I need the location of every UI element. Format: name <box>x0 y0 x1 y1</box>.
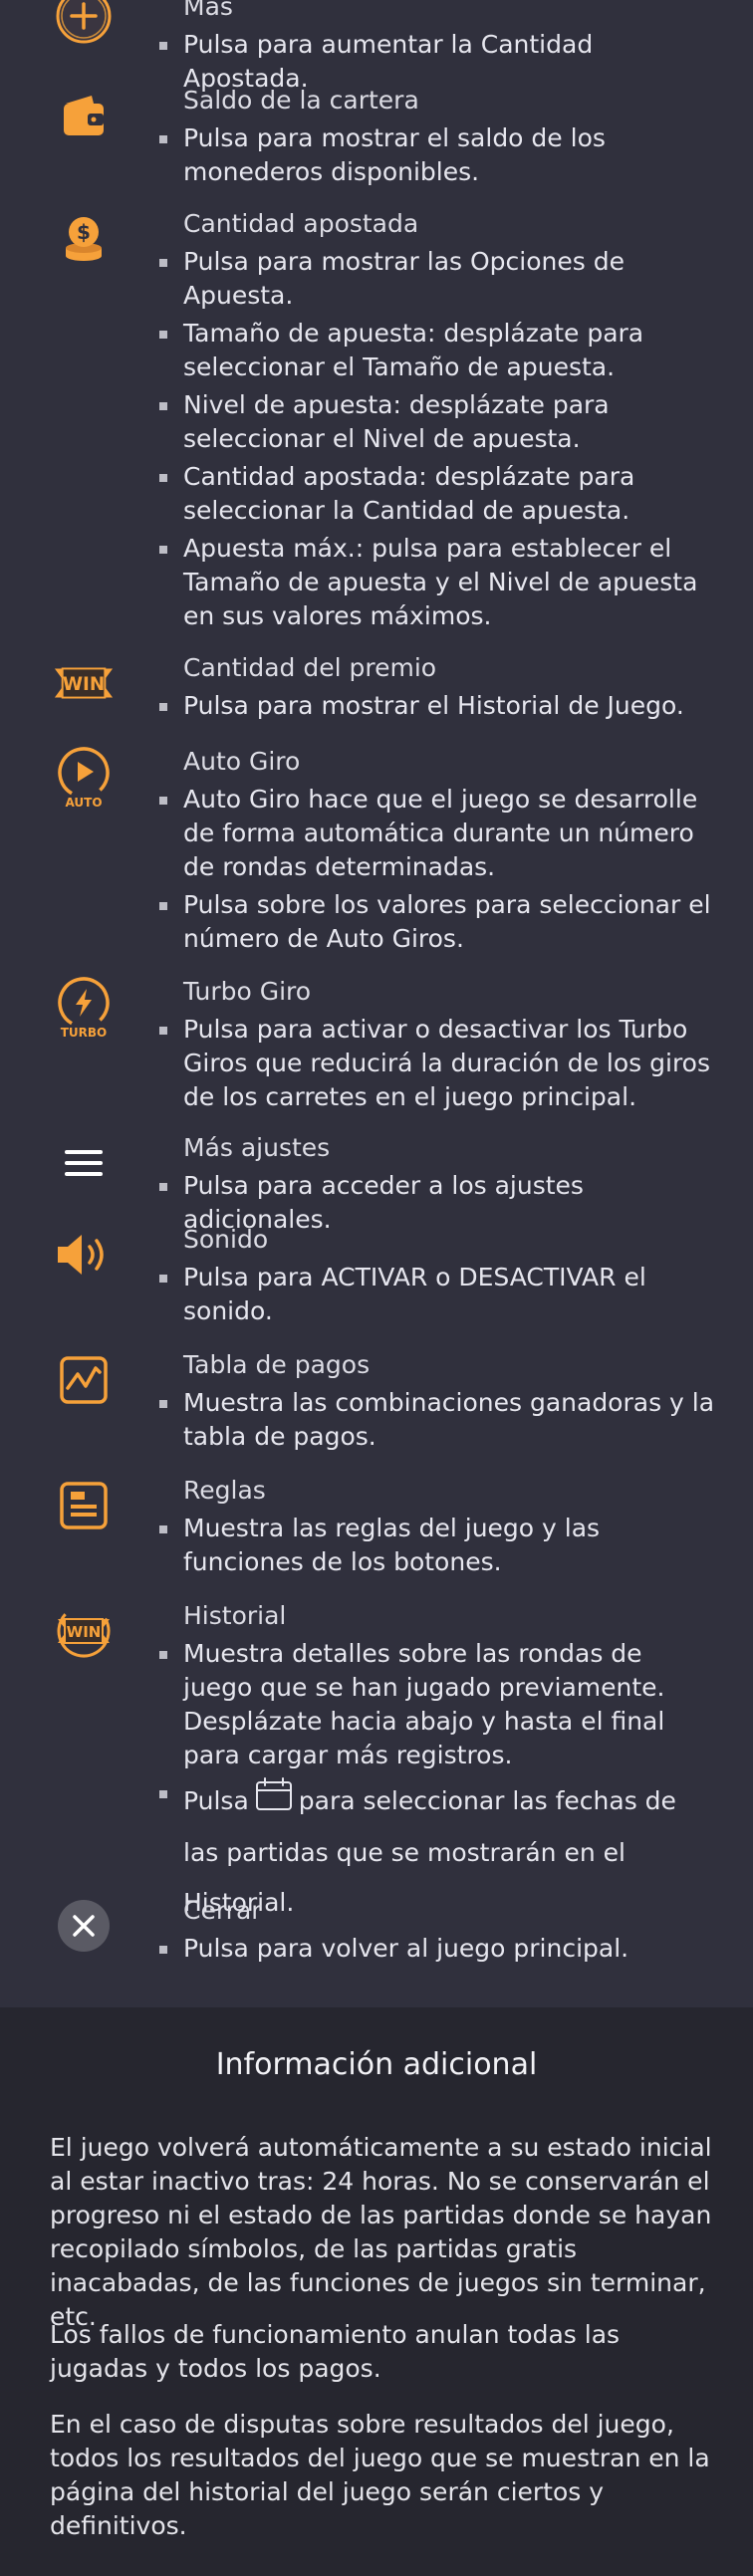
item-bullets: Pulsa para ACTIVAR o DESACTIVAR el sonid… <box>159 1261 717 1332</box>
item-bullets: Muestra detalles sobre las rondas de jue… <box>159 1637 717 1932</box>
item-title: Cerrar <box>183 1896 262 1925</box>
item-title: Más ajustes <box>183 1133 331 1162</box>
item-title: Cantidad apostada <box>183 209 419 238</box>
item-title: Sonido <box>183 1225 269 1254</box>
bullet: Cantidad apostada: desplázate para selec… <box>159 460 717 528</box>
coins-icon: $ <box>52 207 116 271</box>
item-title: Historial <box>183 1601 287 1630</box>
win-label: WIN <box>63 674 106 695</box>
auto-label: AUTO <box>65 796 102 809</box>
bullet: Nivel de apuesta: desplázate para selecc… <box>159 388 717 456</box>
item-title: Auto Giro <box>183 747 301 776</box>
bullet: Pulsa para mostrar las Opciones de Apues… <box>159 245 717 313</box>
bullet: Pulsa para mostrar el saldo de los moned… <box>159 121 717 189</box>
additional-info-title: Información adicional <box>215 2047 538 2082</box>
bullet: Muestra las reglas del juego y las funci… <box>159 1512 717 1579</box>
item-bullets: Muestra las reglas del juego y las funci… <box>159 1512 717 1583</box>
wallet-icon <box>52 84 116 147</box>
bullet: Auto Giro hace que el juego se desarroll… <box>159 783 717 884</box>
turbo-label: TURBO <box>61 1026 108 1039</box>
win-label: WIN <box>67 1623 102 1641</box>
calendar-bullet-before: Pulsa <box>183 1786 249 1815</box>
turbo-icon: TURBO <box>52 975 116 1039</box>
item-title: Reglas <box>183 1476 266 1505</box>
item-title: Más <box>183 0 233 21</box>
bullet: Pulsa para activar o desactivar los Turb… <box>159 1013 717 1114</box>
help-panel: Más Pulsa para aumentar la Cantidad Apos… <box>0 0 753 2007</box>
bullet: Apuesta máx.: pulsa para establecer el T… <box>159 532 717 633</box>
menu-icon <box>52 1131 116 1195</box>
bullet: Pulsa sobre los valores para seleccionar… <box>159 888 717 956</box>
bullet: Pulsa para ACTIVAR o DESACTIVAR el sonid… <box>159 1261 717 1328</box>
auto-play-icon: AUTO <box>52 745 116 809</box>
info-paragraph: En el caso de disputas sobre resultados … <box>50 2410 710 2540</box>
item-bullets: Pulsa para mostrar el Historial de Juego… <box>159 689 717 727</box>
item-title: Turbo Giro <box>183 977 312 1006</box>
info-paragraph: El juego volverá automáticamente a su es… <box>50 2133 712 2331</box>
bullet: Pulsa para mostrar el Historial de Juego… <box>159 689 717 723</box>
rules-icon <box>52 1474 116 1537</box>
bullet: Muestra las combinaciones ganadoras y la… <box>159 1386 717 1454</box>
paytable-icon <box>52 1348 116 1412</box>
calendar-icon <box>255 1776 293 1828</box>
item-title: Tabla de pagos <box>183 1350 371 1379</box>
history-icon: WIN <box>52 1599 116 1663</box>
item-bullets: Auto Giro hace que el juego se desarroll… <box>159 783 717 960</box>
bullet: Pulsa para volver al juego principal. <box>159 1932 717 1966</box>
bullet: Tamaño de apuesta: desplázate para selec… <box>159 317 717 384</box>
win-icon: WIN <box>52 651 116 715</box>
item-bullets: Pulsa para activar o desactivar los Turb… <box>159 1013 717 1118</box>
speaker-icon <box>52 1223 116 1287</box>
item-title: Saldo de la cartera <box>183 86 419 115</box>
additional-info-section: Información adicional El juego volverá a… <box>0 2007 753 2576</box>
info-paragraph: Los fallos de funcionamiento anulan toda… <box>50 2320 621 2383</box>
item-bullets: Pulsa para mostrar las Opciones de Apues… <box>159 245 717 637</box>
plus-circle-icon <box>52 0 116 48</box>
svg-text:$: $ <box>77 220 91 244</box>
bullet: Muestra detalles sobre las rondas de jue… <box>159 1637 717 1772</box>
item-title: Cantidad del premio <box>183 653 437 682</box>
close-icon <box>52 1894 116 1958</box>
item-bullets: Pulsa para volver al juego principal. <box>159 1932 717 1970</box>
item-bullets: Muestra las combinaciones ganadoras y la… <box>159 1386 717 1458</box>
item-bullets: Pulsa para mostrar el saldo de los moned… <box>159 121 717 193</box>
